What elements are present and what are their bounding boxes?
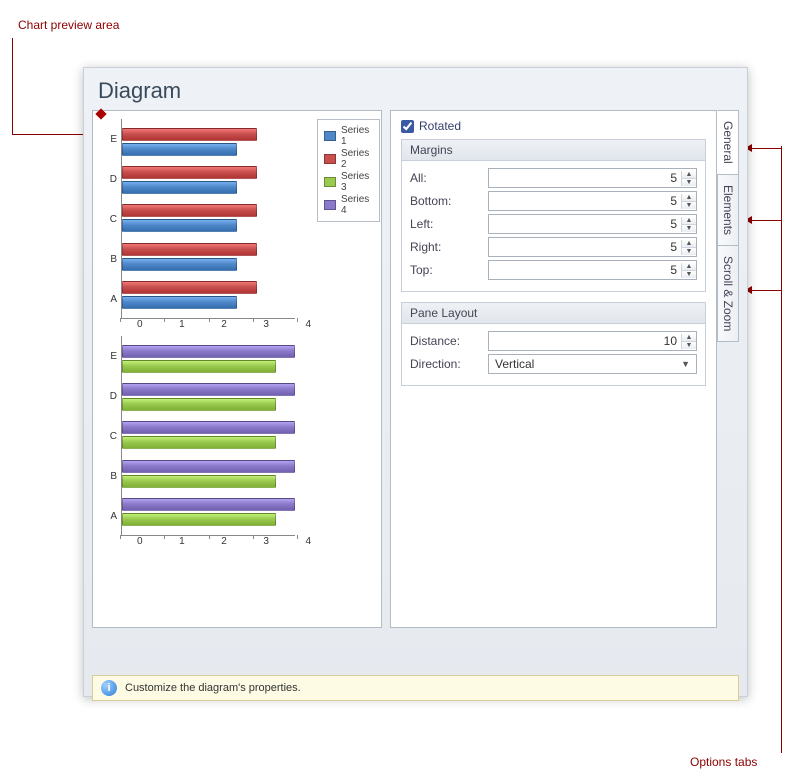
spin-up-icon[interactable]: ▲	[682, 194, 696, 202]
callout-line	[12, 38, 13, 135]
pane-distance-label: Distance:	[410, 334, 482, 348]
tab-scroll-zoom[interactable]: Scroll & Zoom	[717, 245, 739, 342]
legend: Series 1Series 2Series 3Series 4	[317, 119, 380, 222]
margins-top-field[interactable]: ▲▼	[488, 260, 697, 280]
callout-line	[752, 148, 782, 149]
callout-tabs-label: Options tabs	[690, 755, 757, 769]
spin-down-icon[interactable]: ▼	[682, 271, 696, 278]
pane-direction-label: Direction:	[410, 357, 482, 371]
rotated-checkbox-row: Rotated	[401, 119, 706, 133]
pane-distance-field[interactable]: ▲▼	[488, 331, 697, 351]
margins-left-label: Left:	[410, 217, 482, 231]
callout-preview-label: Chart preview area	[18, 18, 119, 32]
editor-body: EDCBA 01234 Series 1Series 2Series 3Seri…	[84, 110, 747, 672]
mini-chart-1: EDCBA 01234 Series 1Series 2Series 3Seri…	[105, 119, 371, 330]
tab-elements[interactable]: Elements	[717, 174, 739, 246]
info-text: Customize the diagram's properties.	[125, 682, 301, 694]
plot-area	[121, 119, 295, 319]
yaxis: EDCBA	[105, 119, 117, 319]
options-area: Rotated Margins All: ▲▼ Bottom: ▲▼ Left:…	[390, 110, 739, 628]
spin-up-icon[interactable]: ▲	[682, 240, 696, 248]
margins-group: Margins All: ▲▼ Bottom: ▲▼ Left: ▲▼ Righ…	[401, 139, 706, 292]
chart-pair: EDCBA 01234 Series 1Series 2Series 3Seri…	[105, 119, 371, 621]
margins-bottom-field[interactable]: ▲▼	[488, 191, 697, 211]
margins-all-label: All:	[410, 171, 482, 185]
side-tabs: General Elements Scroll & Zoom	[717, 110, 739, 628]
rotated-label: Rotated	[419, 119, 461, 133]
margins-left-input[interactable]	[489, 217, 681, 231]
callout-line	[781, 146, 782, 753]
yaxis: EDCBA	[105, 336, 117, 536]
preview-marker-icon	[95, 108, 106, 119]
margins-top-label: Top:	[410, 263, 482, 277]
tab-general[interactable]: General	[717, 110, 739, 175]
options-panel: Rotated Margins All: ▲▼ Bottom: ▲▼ Left:…	[390, 110, 717, 628]
spin-up-icon[interactable]: ▲	[682, 171, 696, 179]
callout-line	[752, 290, 782, 291]
margins-bottom-input[interactable]	[489, 194, 681, 208]
margins-top-input[interactable]	[489, 263, 681, 277]
margins-bottom-label: Bottom:	[410, 194, 482, 208]
pane-layout-group: Pane Layout Distance: ▲▼ Direction: Vert…	[401, 302, 706, 386]
plot-area	[121, 336, 295, 536]
mini-chart-2: EDCBA 01234	[105, 336, 371, 547]
margins-all-field[interactable]: ▲▼	[488, 168, 697, 188]
info-bar: i Customize the diagram's properties.	[92, 675, 739, 701]
callout-line	[752, 220, 782, 221]
chevron-down-icon: ▼	[681, 359, 690, 369]
margins-right-field[interactable]: ▲▼	[488, 237, 697, 257]
page-title: Diagram	[84, 68, 747, 110]
pane-direction-select[interactable]: Vertical ▼	[488, 354, 697, 374]
group-header: Pane Layout	[402, 303, 705, 324]
chart-preview-panel: EDCBA 01234 Series 1Series 2Series 3Seri…	[92, 110, 382, 628]
margins-right-input[interactable]	[489, 240, 681, 254]
diagram-editor-window: Diagram EDCBA 01234	[83, 67, 748, 697]
spin-up-icon[interactable]: ▲	[682, 217, 696, 225]
spin-down-icon[interactable]: ▼	[682, 179, 696, 186]
info-icon: i	[101, 680, 117, 696]
spin-down-icon[interactable]: ▼	[682, 248, 696, 255]
rotated-checkbox[interactable]	[401, 120, 414, 133]
spin-down-icon[interactable]: ▼	[682, 342, 696, 349]
margins-left-field[interactable]: ▲▼	[488, 214, 697, 234]
spin-up-icon[interactable]: ▲	[682, 263, 696, 271]
pane-distance-input[interactable]	[489, 334, 681, 348]
spin-down-icon[interactable]: ▼	[682, 202, 696, 209]
select-value: Vertical	[495, 357, 534, 371]
margins-right-label: Right:	[410, 240, 482, 254]
margins-all-input[interactable]	[489, 171, 681, 185]
group-header: Margins	[402, 140, 705, 161]
spin-down-icon[interactable]: ▼	[682, 225, 696, 232]
spin-up-icon[interactable]: ▲	[682, 334, 696, 342]
